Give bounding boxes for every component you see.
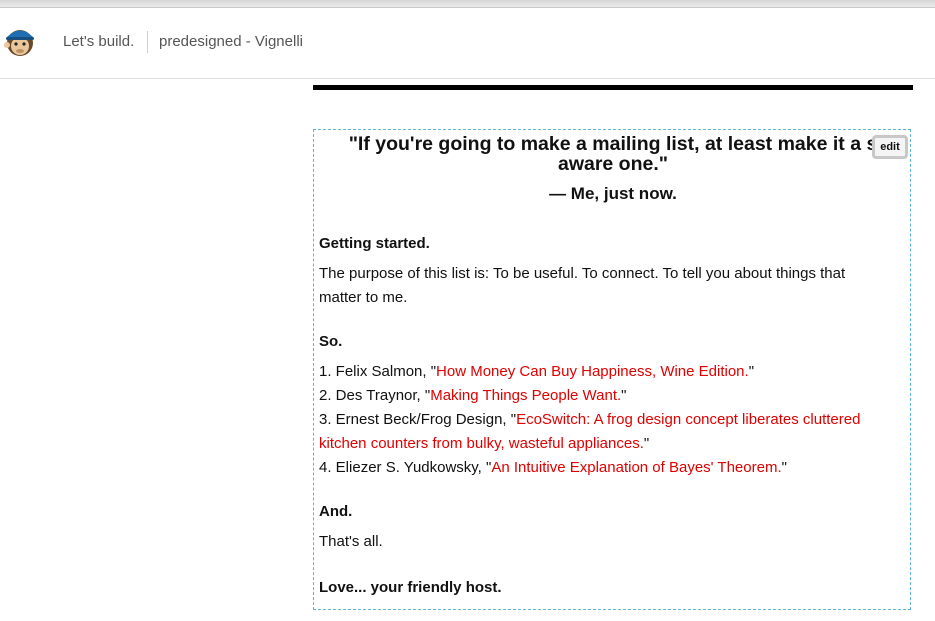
headline-quote: "If you're going to make a mailing list,… xyxy=(322,134,904,174)
list-item-link[interactable]: How Money Can Buy Happiness, Wine Editio… xyxy=(436,363,749,380)
section-heading-getting-started: Getting started. xyxy=(319,235,430,252)
purpose-paragraph: The purpose of this list is: To be usefu… xyxy=(319,262,904,310)
reading-list: 1. Felix Salmon, "How Money Can Buy Happ… xyxy=(319,360,904,480)
editable-content-block[interactable]: "If you're going to make a mailing list,… xyxy=(313,129,911,610)
list-item-prefix: 3. Ernest Beck/Frog Design, " xyxy=(319,411,517,428)
list-item-link[interactable]: kitchen counters from bulky, wasteful ap… xyxy=(319,435,644,452)
app-header: Let's build. predesigned - Vignelli xyxy=(0,8,935,79)
list-item-suffix: " xyxy=(781,459,787,476)
list-item-prefix: 4. Eliezer S. Yudkowsky, " xyxy=(319,459,492,476)
window-top-edge xyxy=(0,0,935,8)
list-item: 4. Eliezer S. Yudkowsky, "An Intuitive E… xyxy=(319,456,904,480)
header-divider xyxy=(147,31,148,53)
monkey-logo-icon[interactable] xyxy=(2,23,38,59)
purpose-line-1: The purpose of this list is: To be usefu… xyxy=(319,265,846,282)
list-item-link[interactable]: Making Things People Want. xyxy=(430,387,621,404)
list-item-suffix: " xyxy=(748,363,755,380)
quote-line-2: aware one." xyxy=(557,153,669,174)
signoff-text: Love... your friendly host. xyxy=(319,579,502,596)
thats-all-text: That's all. xyxy=(319,533,383,550)
list-item: kitchen counters from bulky, wasteful ap… xyxy=(319,432,904,456)
list-item-link[interactable]: EcoSwitch: A frog design concept liberat… xyxy=(516,411,860,428)
quote-line-1: "If you're going to make a mailing list,… xyxy=(348,134,878,155)
template-rule xyxy=(313,85,913,90)
list-item: 3. Ernest Beck/Frog Design, "EcoSwitch: … xyxy=(319,408,904,432)
list-item-prefix: 2. Des Traynor, " xyxy=(319,387,431,404)
list-item-prefix: 1. Felix Salmon, " xyxy=(319,363,437,380)
edit-button[interactable]: edit xyxy=(872,135,908,159)
list-item-suffix: " xyxy=(621,387,627,404)
purpose-line-2: matter to me. xyxy=(319,289,408,306)
section-heading-and: And. xyxy=(319,503,353,520)
section-heading-so: So. xyxy=(319,333,343,350)
list-item-suffix: " xyxy=(643,435,650,452)
app-title[interactable]: Let's build. xyxy=(63,33,134,50)
list-item: 1. Felix Salmon, "How Money Can Buy Happ… xyxy=(319,360,904,384)
list-item-link[interactable]: An Intuitive Explanation of Bayes' Theor… xyxy=(491,459,781,476)
list-item: 2. Des Traynor, "Making Things People Wa… xyxy=(319,384,904,408)
quote-attribution: — Me, just now. xyxy=(549,184,677,203)
campaign-name[interactable]: predesigned - Vignelli xyxy=(159,33,303,50)
